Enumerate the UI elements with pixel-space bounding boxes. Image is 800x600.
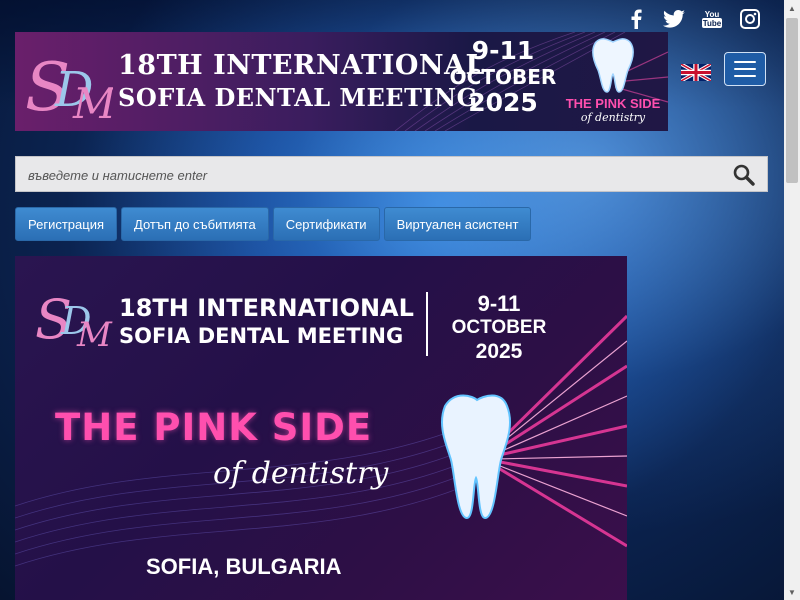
hero-title-line1: 18TH INTERNATIONAL [119, 294, 414, 322]
hero-date: 9-11 OCTOBER 2025 [439, 292, 559, 364]
hamburger-bar [734, 68, 756, 70]
search-bar [15, 156, 768, 193]
svg-text:Tube: Tube [703, 19, 722, 28]
svg-text:You: You [705, 10, 720, 19]
nav-certificates-button[interactable]: Сертификати [272, 207, 380, 241]
scroll-down-arrow-icon[interactable]: ▼ [784, 584, 800, 600]
scroll-up-arrow-icon[interactable]: ▲ [784, 0, 800, 16]
banner-date: 9-11 OCTOBER 2025 [443, 38, 563, 116]
page-scrollbar[interactable]: ▲ ▼ [784, 0, 800, 600]
youtube-icon[interactable]: You Tube [700, 8, 724, 30]
hamburger-bar [734, 75, 756, 77]
banner-title: 18TH INTERNATIONAL SOFIA DENTAL MEETING [118, 50, 485, 114]
hero-title-line2: SOFIA DENTAL MEETING [119, 324, 404, 348]
nav-registration-button[interactable]: Регистрация [15, 207, 117, 241]
banner-title-line1: 18TH INTERNATIONAL [118, 50, 486, 81]
nav-virtual-assistant-button[interactable]: Виртуален асистент [383, 207, 532, 241]
header-banner[interactable]: S D M 18TH INTERNATIONAL SOFIA DENTAL ME… [15, 32, 668, 131]
sdm-logo: S D M [21, 42, 117, 129]
sdm-logo: S D M [35, 284, 115, 355]
svg-text:M: M [76, 315, 113, 350]
hero-subline: of dentistry [213, 456, 389, 491]
hero-date-days: 9-11 [477, 291, 521, 316]
social-links: You Tube [624, 8, 762, 30]
banner-slogan: THE PINK SIDE of dentistry [563, 96, 663, 124]
hero-title: 18TH INTERNATIONAL SOFIA DENTAL MEETING [119, 294, 414, 350]
search-icon[interactable] [733, 164, 755, 191]
banner-date-month: OCTOBER [449, 65, 557, 89]
hero-date-month: OCTOBER [451, 317, 547, 338]
instagram-icon[interactable] [738, 8, 762, 30]
search-input[interactable] [26, 157, 720, 193]
hero-divider [426, 292, 428, 356]
hero-date-year: 2025 [475, 340, 523, 363]
hero-headline: THE PINK SIDE [55, 406, 373, 449]
scrollbar-thumb[interactable] [786, 18, 798, 183]
twitter-icon[interactable] [662, 8, 686, 30]
banner-title-line2: SOFIA DENTAL MEETING [118, 83, 478, 112]
hero-banner[interactable]: S D M 18TH INTERNATIONAL SOFIA DENTAL ME… [15, 256, 627, 600]
nav-access-events-button[interactable]: Дотъп до събитията [121, 207, 269, 241]
svg-text:M: M [72, 79, 113, 124]
hero-location: SOFIA, BULGARIA [146, 554, 342, 579]
quick-nav: Регистрация Дотъп до събитията Сертифика… [15, 207, 532, 241]
tooth-icon [441, 394, 511, 520]
facebook-icon[interactable] [624, 8, 648, 30]
hamburger-bar [734, 61, 756, 63]
uk-flag-icon[interactable] [680, 62, 712, 83]
banner-slogan-sub: of dentistry [580, 111, 646, 124]
menu-toggle-button[interactable] [724, 52, 766, 86]
banner-date-days: 9-11 [471, 36, 535, 65]
banner-date-year: 2025 [468, 88, 538, 117]
banner-slogan-pink: THE PINK SIDE [565, 96, 661, 111]
tooth-icon [592, 38, 634, 93]
